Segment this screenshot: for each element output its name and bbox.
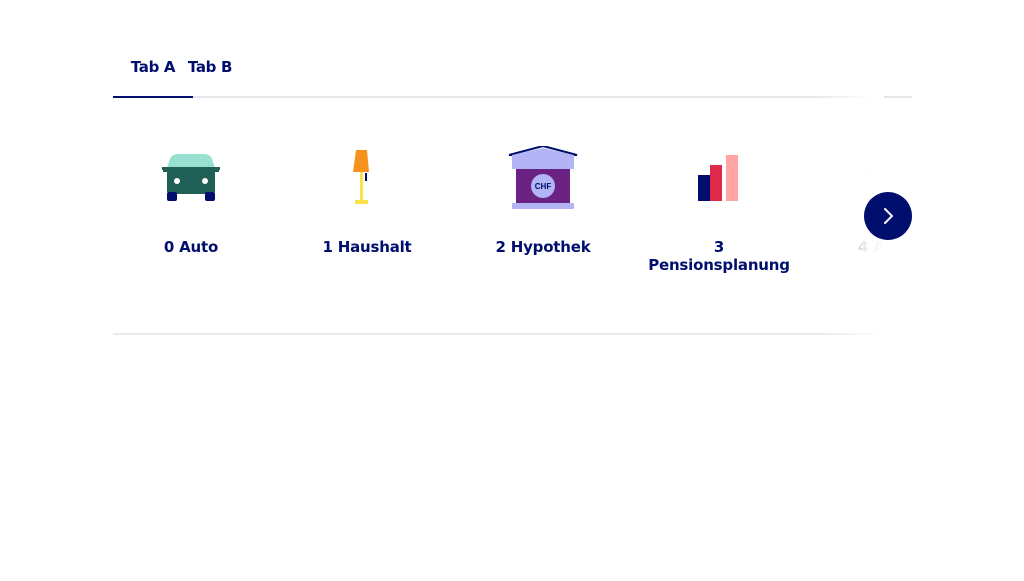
bar-chart-icon: [679, 146, 759, 216]
product-carousel: 0 Auto 1 Haushalt CHF 2 Hypothek 3 Pensi…: [113, 96, 884, 336]
tab-a-label: Tab A: [130, 58, 176, 76]
carousel-item-auto[interactable]: 0 Auto: [113, 146, 269, 256]
bank-chf-icon: CHF: [503, 144, 583, 216]
carousel-item-label: 4 Ar: [858, 238, 884, 256]
car-icon: [151, 146, 231, 216]
carousel-item-label: 3 Pensionsplanung: [648, 238, 790, 274]
carousel-item-hypothek[interactable]: CHF 2 Hypothek: [465, 144, 621, 256]
carousel-item-label: 1 Haushalt: [322, 238, 412, 256]
carousel-next-button[interactable]: [864, 192, 912, 240]
carousel-item-haushalt[interactable]: 1 Haushalt: [289, 146, 445, 256]
lamp-icon: [327, 146, 407, 216]
tab-a[interactable]: Tab A: [113, 52, 193, 94]
carousel-item-pensionsplanung[interactable]: 3 Pensionsplanung: [641, 146, 797, 274]
bottom-divider: [113, 333, 884, 335]
carousel-item-label: 2 Hypothek: [495, 238, 591, 256]
carousel-item-label: 0 Auto: [163, 238, 219, 256]
tab-b[interactable]: Tab B: [185, 52, 235, 94]
tab-b-label: Tab B: [187, 58, 233, 76]
chevron-right-icon: [884, 208, 893, 224]
tab-bar: Tab A Tab B: [113, 52, 912, 98]
chf-text: CHF: [535, 182, 552, 191]
